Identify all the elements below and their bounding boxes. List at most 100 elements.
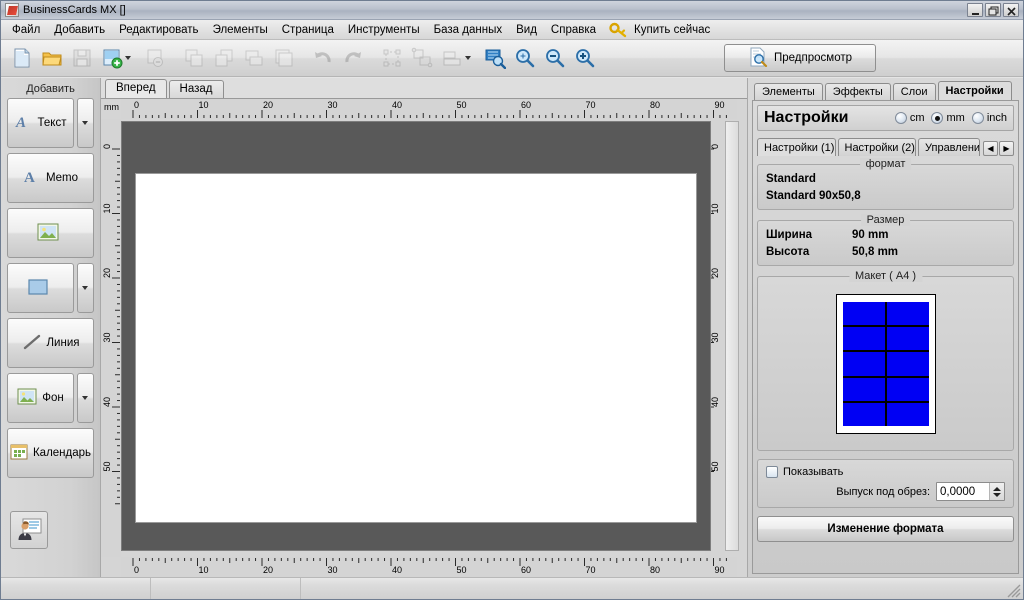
pages-button — [269, 43, 299, 73]
card-page[interactable] — [136, 174, 696, 522]
change-format-button[interactable]: Изменение формата — [757, 516, 1014, 542]
subtab-scroll-next-icon[interactable]: ▶ — [999, 141, 1014, 156]
menu-item-add[interactable]: Добавить — [47, 22, 112, 38]
menu-item-elements[interactable]: Элементы — [206, 22, 275, 38]
bleed-input[interactable] — [937, 483, 989, 500]
add-image-row — [7, 208, 94, 258]
bleed-group: Показывать Выпуск под обрез: — [757, 459, 1014, 508]
subtab-settings-1[interactable]: Настройки (1) — [757, 138, 836, 156]
subtab-settings-2[interactable]: Настройки (2) — [837, 138, 916, 156]
restore-button[interactable] — [985, 3, 1001, 17]
show-bleed-checkbox[interactable] — [766, 466, 778, 478]
svg-text:30: 30 — [328, 100, 338, 110]
zoom-in-button[interactable] — [570, 43, 600, 73]
minimize-button[interactable] — [967, 3, 983, 17]
layout-preview[interactable] — [766, 284, 1005, 444]
svg-text:40: 40 — [392, 100, 402, 110]
window-title: BusinessCards MX [] — [23, 4, 126, 16]
save-document-button — [67, 43, 97, 73]
tab-settings[interactable]: Настройки — [937, 81, 1012, 100]
spinner-down-icon[interactable] — [993, 492, 1001, 497]
add-line-row: Линия — [7, 318, 94, 368]
canvas-tab-front[interactable]: Вперед — [105, 79, 167, 98]
close-button[interactable] — [1003, 3, 1019, 17]
app-icon — [5, 3, 19, 17]
unit-radio-inch[interactable] — [971, 112, 984, 124]
tab-layers[interactable]: Слои — [892, 83, 936, 100]
bleed-field-label: Выпуск под обрез: — [836, 485, 930, 498]
ruler-bottom: 0 10 20 30 40 50 60 70 80 90 — [121, 557, 737, 577]
a4-card-cell — [886, 377, 929, 401]
a4-card-cell — [842, 402, 885, 426]
unit-label-cm: cm — [909, 112, 925, 124]
canvas-vertical-scrollbar[interactable] — [725, 121, 739, 551]
unit-radio-group: cm mm inch — [894, 112, 1007, 124]
preview-button[interactable]: Предпросмотр — [724, 44, 876, 72]
zoom-out-button[interactable] — [540, 43, 570, 73]
artboard[interactable] — [121, 121, 711, 551]
add-text-button[interactable]: A Текст — [7, 98, 74, 148]
paste-page-button — [209, 43, 239, 73]
canvas-viewport[interactable]: mm 0 10 20 30 40 50 60 70 80 90 0 10 20 30 40 50 60 70 80… — [101, 98, 747, 577]
tab-effects[interactable]: Эффекты — [824, 83, 891, 100]
buy-now-label[interactable]: Купить сейчас — [627, 22, 717, 38]
menu-item-page[interactable]: Страница — [275, 22, 341, 38]
svg-text:10: 10 — [199, 565, 209, 575]
canvas-tab-back[interactable]: Назад — [168, 80, 224, 98]
svg-text:30: 30 — [102, 332, 112, 342]
a4-card-cell — [842, 352, 885, 376]
menu-item-view[interactable]: Вид — [509, 22, 544, 38]
add-line-button[interactable]: Линия — [7, 318, 94, 368]
subtab-scroll-prev-icon[interactable]: ◀ — [983, 141, 998, 156]
buy-now-group[interactable]: Купить сейчас — [609, 22, 717, 38]
format-name: Standard — [766, 173, 816, 185]
zoom-fit-button[interactable] — [480, 43, 510, 73]
zoom-actual-button[interactable] — [510, 43, 540, 73]
new-document-button[interactable] — [7, 43, 37, 73]
a4-card-cell — [886, 402, 929, 426]
add-page-button[interactable] — [97, 43, 127, 73]
add-shape-dropdown[interactable] — [77, 263, 94, 313]
business-card-person-icon — [15, 516, 43, 545]
unit-radio-mm[interactable] — [931, 112, 944, 124]
picture-icon — [37, 223, 59, 244]
menu-item-edit[interactable]: Редактировать — [112, 22, 205, 38]
svg-text:50: 50 — [457, 100, 467, 110]
bleed-spinner-arrows[interactable] — [989, 483, 1004, 500]
add-memo-label: Memo — [46, 172, 78, 184]
duplicate-page-button — [239, 43, 269, 73]
bleed-spinner[interactable] — [936, 482, 1005, 501]
menu-item-help[interactable]: Справка — [544, 22, 603, 38]
menu-item-file[interactable]: Файл — [5, 22, 47, 38]
open-document-button[interactable] — [37, 43, 67, 73]
chevron-down-icon — [81, 396, 88, 400]
rectangle-icon — [26, 277, 50, 300]
spinner-up-icon[interactable] — [993, 486, 1001, 491]
resize-grip[interactable] — [1007, 584, 1021, 598]
menu-item-tools[interactable]: Инструменты — [341, 22, 427, 38]
menu-item-database[interactable]: База данных — [427, 22, 510, 38]
subtab-management[interactable]: Управлени — [918, 138, 980, 156]
redo-button — [338, 43, 368, 73]
add-memo-button[interactable]: A Memo — [7, 153, 94, 203]
copy-page-button — [179, 43, 209, 73]
canvas-side-tabs: Вперед Назад — [101, 78, 747, 98]
menu-bar: Файл Добавить Редактировать Элементы Стр… — [1, 20, 1023, 40]
calendar-icon — [10, 443, 28, 464]
svg-text:20: 20 — [102, 268, 112, 278]
add-text-dropdown[interactable] — [77, 98, 94, 148]
add-calendar-button[interactable]: Календарь — [7, 428, 94, 478]
tab-elements[interactable]: Элементы — [754, 83, 823, 100]
svg-text:0: 0 — [102, 144, 112, 149]
svg-text:50: 50 — [457, 565, 467, 575]
add-image-button[interactable] — [7, 208, 94, 258]
business-card-button[interactable] — [10, 511, 48, 549]
align-button — [437, 43, 467, 73]
remove-page-button — [140, 43, 170, 73]
add-background-button[interactable]: Фон — [7, 373, 74, 423]
add-background-dropdown[interactable] — [77, 373, 94, 423]
unit-radio-cm[interactable] — [894, 112, 907, 124]
format-name-row: Standard — [766, 172, 1005, 186]
preview-button-label: Предпросмотр — [774, 52, 852, 64]
add-shape-button[interactable] — [7, 263, 74, 313]
